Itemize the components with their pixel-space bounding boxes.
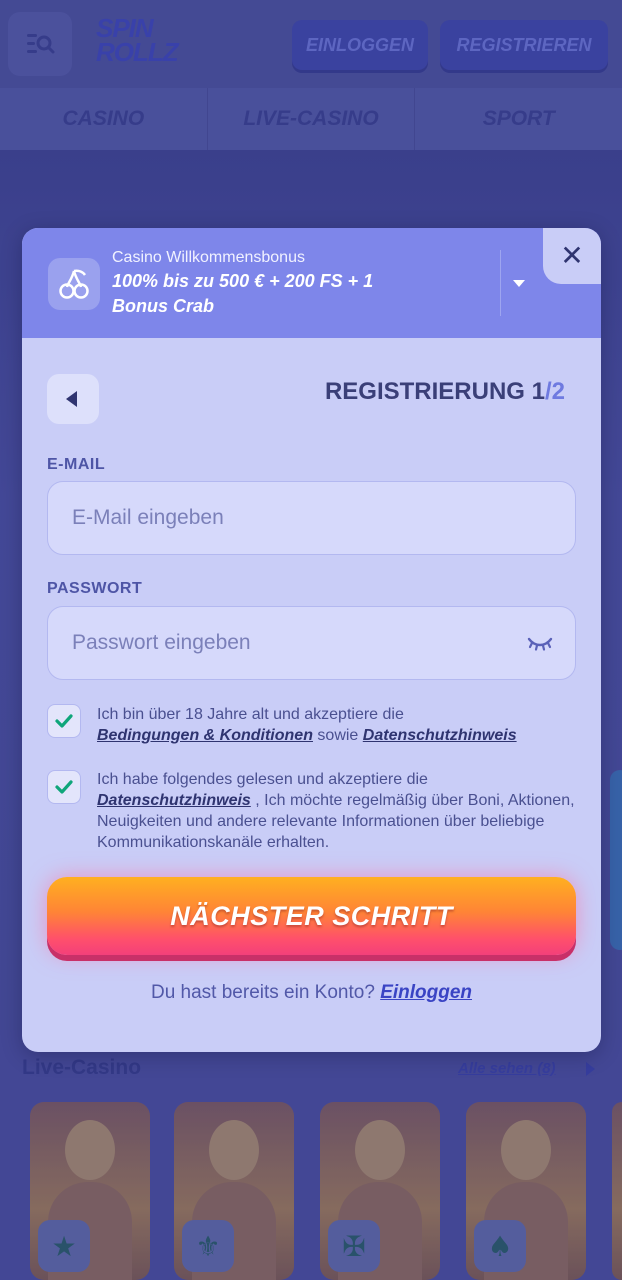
checkmark-icon — [55, 780, 73, 794]
bonus-selector[interactable]: Casino Willkommensbonus 100% bis zu 500 … — [22, 228, 601, 338]
divider — [500, 250, 501, 316]
marketing-checkbox[interactable] — [47, 770, 81, 804]
registration-modal: Casino Willkommensbonus 100% bis zu 500 … — [22, 228, 601, 1052]
marketing-consent-text: Ich habe folgendes gelesen und akzeptier… — [97, 771, 575, 851]
step-title-total: /2 — [544, 378, 565, 405]
close-icon: ✕ — [560, 239, 584, 272]
next-step-label: NÄCHSTER SCHRITT — [170, 900, 453, 931]
checkmark-icon — [55, 714, 73, 728]
email-field[interactable] — [48, 482, 575, 554]
next-step-button[interactable]: NÄCHSTER SCHRITT — [47, 877, 576, 955]
terms-consent-text: Ich bin über 18 Jahre alt und akzeptiere… — [97, 706, 517, 744]
email-field-wrapper — [47, 481, 576, 555]
cherry-icon — [48, 258, 100, 310]
bonus-title: 100% bis zu 500 € + 200 FS + 1 Bonus Cra… — [112, 271, 374, 316]
eye-closed-icon[interactable] — [527, 633, 553, 653]
login-prompt: Du hast bereits ein Konto? Einloggen — [150, 982, 473, 1003]
password-label: PASSWORT — [47, 580, 143, 597]
login-link[interactable]: Einloggen — [380, 982, 472, 1003]
terms-checkbox[interactable] — [47, 704, 81, 738]
email-label: E-MAIL — [47, 456, 106, 473]
back-button[interactable] — [47, 374, 99, 424]
password-field[interactable] — [48, 607, 575, 679]
privacy-link-2[interactable]: Datenschutzhinweis — [97, 792, 251, 809]
back-arrow-icon — [66, 391, 77, 407]
close-button[interactable]: ✕ — [543, 228, 601, 284]
password-field-wrapper — [47, 606, 576, 680]
privacy-link[interactable]: Datenschutzhinweis — [363, 727, 517, 744]
terms-link[interactable]: Bedingungen & Konditionen — [97, 727, 313, 744]
step-title-current: REGISTRIERUNG 1 — [324, 378, 545, 405]
chevron-down-icon[interactable] — [513, 280, 525, 287]
bonus-subtitle: Casino Willkommensbonus — [112, 249, 305, 266]
step-title: REGISTRIERUNG 1/2 — [325, 378, 565, 406]
